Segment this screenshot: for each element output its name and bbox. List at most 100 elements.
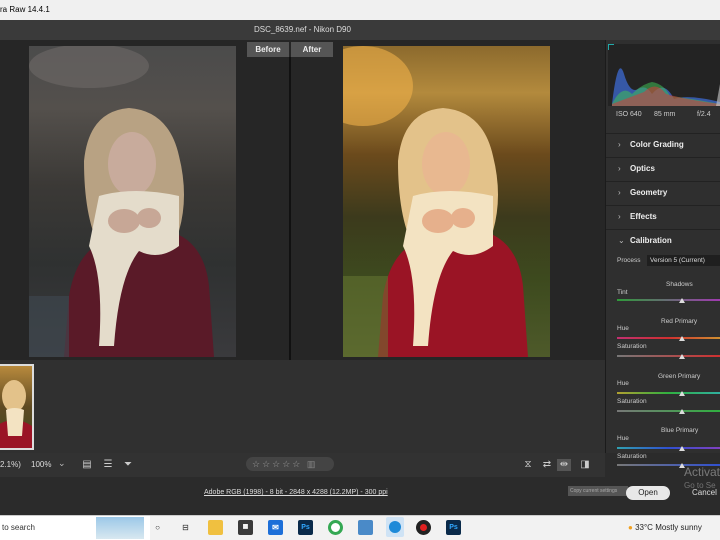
- edge-icon[interactable]: [386, 517, 404, 537]
- right-doc-bar: [605, 20, 720, 40]
- document-title: DSC_8639.nef - Nikon D90: [254, 25, 351, 34]
- file-explorer-icon[interactable]: [208, 520, 223, 535]
- panel-calibration[interactable]: ⌄ Calibration: [606, 229, 720, 251]
- open-button[interactable]: Open: [626, 486, 670, 500]
- histogram-graph: [612, 68, 720, 106]
- view-mode-icon[interactable]: ▤: [80, 459, 94, 471]
- red-hue-slider[interactable]: [617, 337, 720, 339]
- zoom-chevron-down-icon[interactable]: ⌄: [58, 458, 66, 469]
- shadow-clipping-icon[interactable]: [608, 44, 614, 50]
- iso-value: ISO 640: [616, 111, 642, 118]
- shadows-tint-handle[interactable]: [679, 298, 685, 303]
- chevron-right-icon: ›: [618, 140, 621, 149]
- blue-primary-heading: Blue Primary: [661, 427, 699, 434]
- chrome-icon[interactable]: [328, 520, 343, 535]
- process-version-value: Version 5 (Current): [650, 257, 705, 264]
- panel-effects-label: Effects: [630, 212, 657, 221]
- before-subject: [29, 46, 214, 357]
- thumbnail-image: [0, 380, 32, 448]
- camera-info: ISO 640 85 mm f/2.4: [608, 111, 720, 123]
- sun-icon: ●: [628, 523, 633, 532]
- before-tab[interactable]: Before: [247, 42, 289, 57]
- activate-windows-watermark: Activat: [684, 465, 720, 479]
- after-label: After: [302, 45, 322, 54]
- document-bar: DSC_8639.nef - Nikon D90: [0, 20, 605, 40]
- red-saturation-slider[interactable]: [617, 355, 720, 357]
- footer-bar: [0, 477, 720, 515]
- photoshop-icon[interactable]: Ps: [298, 520, 313, 535]
- filmstrip: [0, 360, 605, 453]
- panel-geometry[interactable]: › Geometry: [606, 181, 720, 203]
- green-saturation-slider[interactable]: [617, 410, 720, 412]
- temperature: 33°C: [635, 523, 653, 532]
- open-options-chevron-icon[interactable]: ›: [667, 490, 675, 498]
- panel-optics[interactable]: › Optics: [606, 157, 720, 179]
- chevron-right-icon: ›: [618, 164, 621, 173]
- star-rating[interactable]: ☆☆☆☆☆: [252, 459, 302, 469]
- panel-calibration-label: Calibration: [630, 236, 672, 245]
- chevron-right-icon: ›: [618, 188, 621, 197]
- chevron-down-icon: ⌄: [618, 236, 625, 245]
- workflow-options-link[interactable]: Adobe RGB (1998) - 8 bit - 2848 x 4288 (…: [204, 489, 388, 496]
- histogram: [608, 44, 720, 106]
- rating-stars[interactable]: ☆☆☆☆☆ ▥: [246, 457, 334, 471]
- panel-optics-label: Optics: [630, 164, 655, 173]
- shadows-tint-slider[interactable]: [617, 299, 720, 301]
- green-primary-heading: Green Primary: [658, 373, 701, 380]
- red-saturation-label: Saturation: [617, 343, 647, 350]
- process-version-select[interactable]: Version 5 (Current): [647, 255, 720, 266]
- toggle-panel-icon[interactable]: ◨: [578, 459, 592, 471]
- sort-icon[interactable]: ☰: [101, 459, 115, 471]
- green-saturation-label: Saturation: [617, 398, 647, 405]
- green-hue-label: Hue: [617, 380, 629, 387]
- panel-effects[interactable]: › Effects: [606, 205, 720, 227]
- store-icon[interactable]: ▦: [238, 520, 253, 535]
- panel-color-grading[interactable]: › Color Grading: [606, 133, 720, 155]
- green-hue-handle[interactable]: [679, 391, 685, 396]
- title-bar: ra Raw 14.4.1: [0, 0, 720, 20]
- green-saturation-handle[interactable]: [679, 409, 685, 414]
- swap-icon[interactable]: ⇄: [540, 459, 554, 471]
- open-button-label: Open: [638, 488, 658, 497]
- process-label: Process: [617, 257, 641, 264]
- record-icon[interactable]: [416, 520, 431, 535]
- split-divider[interactable]: [289, 57, 291, 360]
- after-subject: [343, 46, 528, 357]
- red-saturation-handle[interactable]: [679, 354, 685, 359]
- red-hue-handle[interactable]: [679, 336, 685, 341]
- after-photo: [343, 46, 550, 357]
- photoshop-icon-2[interactable]: Ps: [446, 520, 461, 535]
- blue-saturation-label: Saturation: [617, 453, 647, 460]
- panel-color-grading-label: Color Grading: [630, 140, 684, 149]
- task-view-icon[interactable]: ⊟: [178, 520, 193, 535]
- red-primary-heading: Red Primary: [661, 318, 698, 325]
- blue-saturation-slider[interactable]: [617, 464, 720, 466]
- after-tab[interactable]: After: [291, 42, 333, 57]
- activate-windows-subtext: Go to Se: [684, 481, 716, 490]
- zoom-level[interactable]: 100%: [31, 460, 51, 469]
- filter-icon[interactable]: ⏷: [121, 459, 135, 471]
- mail-icon[interactable]: ✉: [268, 520, 283, 535]
- trash-icon[interactable]: ▥: [307, 459, 318, 469]
- focal-length: 85 mm: [654, 111, 676, 118]
- shadows-tint-label: Tint: [617, 289, 628, 296]
- task-view-circle-icon[interactable]: ○: [150, 520, 165, 535]
- before-label: Before: [255, 45, 281, 54]
- split-view-icon[interactable]: ⧖: [521, 459, 535, 471]
- blue-saturation-handle[interactable]: [679, 463, 685, 468]
- zoom-fit-value[interactable]: 2.1%): [0, 460, 21, 469]
- photos-icon[interactable]: [358, 520, 373, 535]
- red-hue-label: Hue: [617, 325, 629, 332]
- chevron-right-icon: ›: [618, 212, 621, 221]
- before-photo: [29, 46, 236, 357]
- filmstrip-thumbnail[interactable]: [0, 364, 34, 450]
- blue-hue-slider[interactable]: [617, 447, 720, 449]
- compare-icon[interactable]: ⇹: [557, 459, 571, 471]
- blue-hue-handle[interactable]: [679, 446, 685, 451]
- weather-condition: Mostly sunny: [655, 523, 702, 532]
- weather-widget[interactable]: ● 33°C Mostly sunny: [628, 520, 702, 535]
- search-highlight-icon[interactable]: [96, 517, 144, 539]
- copy-settings-tooltip: Copy current settings: [568, 486, 628, 496]
- panel-geometry-label: Geometry: [630, 188, 668, 197]
- green-hue-slider[interactable]: [617, 392, 720, 394]
